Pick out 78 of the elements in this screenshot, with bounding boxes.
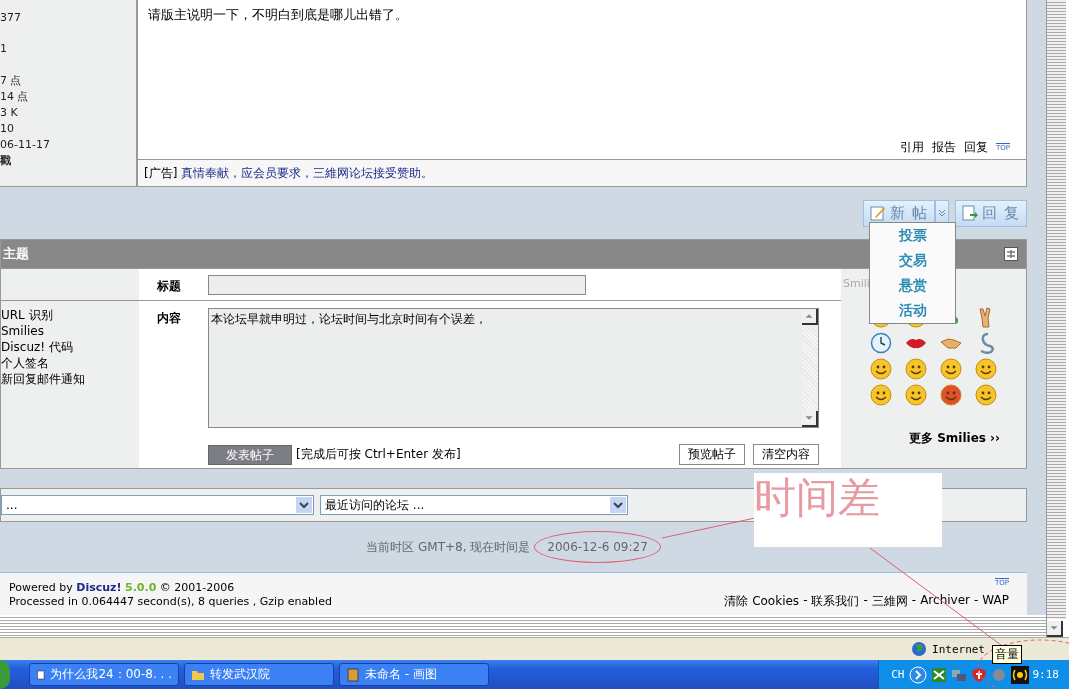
time-value: 2006-12-6 09:27 — [547, 540, 648, 554]
ad-tag: [广告] — [144, 164, 178, 182]
footer-link[interactable]: 联系我们 — [811, 593, 860, 610]
zone-text: Internet — [932, 642, 985, 656]
post-text: 请版主说明一下，不明白到底是哪儿出错了。 — [148, 6, 409, 24]
post-action-link[interactable]: 回复 — [964, 139, 988, 156]
app-icon — [346, 667, 360, 682]
user-info-text: 377 — [0, 10, 22, 26]
speaker-icon — [990, 666, 1007, 683]
footer-link[interactable]: Archiver — [920, 593, 970, 610]
scroll-down-icon[interactable] — [802, 411, 818, 427]
user-info-text: 10 — [0, 121, 15, 137]
tooltip: 音量 — [992, 645, 1022, 664]
vertical-scrollbar[interactable] — [802, 309, 818, 427]
menu-item[interactable]: 悬赏 — [870, 273, 955, 298]
post-option[interactable]: Discuz! 代码 — [1, 339, 85, 355]
processing-info: Processed in 0.064447 second(s), 8 queries , Gzip enabled — [9, 594, 332, 608]
menu-item[interactable]: 交易 — [870, 248, 955, 273]
user-info-text: 戳 — [0, 153, 12, 169]
smiley-icon[interactable] — [975, 384, 997, 406]
content-label: 内容 — [156, 310, 181, 327]
form-header-title: 主题 — [3, 245, 29, 263]
start-button[interactable] — [0, 660, 10, 689]
title-label: 标题 — [156, 278, 181, 295]
taskbar-task[interactable]: 转发武汉院 — [184, 663, 334, 686]
footer-link[interactable]: 三維网 — [871, 593, 908, 610]
user-info-text: 3 K — [0, 105, 19, 121]
globe-icon — [911, 641, 927, 657]
post-option[interactable]: Smilies — [1, 323, 85, 339]
ad-link[interactable]: 真情奉献，应会员要求，三維网论坛接受赞助。 — [181, 164, 434, 182]
smiley-icon[interactable] — [975, 358, 997, 380]
shield-icon — [970, 666, 987, 683]
footer-link[interactable]: 清除 Cookies — [724, 593, 800, 610]
post-option[interactable]: 个人签名 — [1, 355, 85, 371]
post-option[interactable]: 新回复邮件通知 — [1, 371, 85, 387]
volume-icon — [1010, 665, 1029, 684]
content-field[interactable]: 本论坛早就申明过，论坛时间与北京时间有个误差， — [208, 308, 819, 428]
taskbar-task[interactable]: 为什么我24：00-8. . . — [29, 663, 179, 686]
user-info-text: 1 — [0, 41, 8, 57]
annotation-text: 时间差 — [754, 473, 880, 523]
collapse-icon[interactable] — [1004, 247, 1018, 261]
post-option[interactable]: URL 识别 — [1, 307, 85, 323]
link-separator: - — [863, 593, 868, 609]
time-info: 当前时区 GMT+8, 现在时间是 — [366, 538, 531, 556]
network-icon — [930, 666, 947, 683]
menu-item[interactable]: 活动 — [870, 298, 955, 323]
submit-button[interactable]: 发表帖子 — [208, 444, 292, 465]
angry-face-icon[interactable] — [940, 384, 962, 406]
taskbar-task[interactable]: 未命名 - 画图 — [339, 663, 489, 686]
form-button[interactable]: 预览帖子 — [679, 444, 745, 465]
page-scrollbar[interactable] — [1046, 0, 1069, 637]
smiley-icon[interactable] — [870, 358, 892, 380]
user-info-text: 06-11-17 — [0, 137, 51, 153]
document-icon — [962, 205, 979, 221]
user-info-text: 7 点 — [0, 73, 23, 89]
title-field[interactable] — [208, 275, 586, 295]
forum-select[interactable]: 最近访问的论坛 ... — [320, 495, 628, 515]
link-separator: - — [803, 593, 808, 609]
app-icon — [36, 667, 46, 682]
clock-icon[interactable] — [870, 332, 892, 354]
post-action-link[interactable]: 报告 — [932, 139, 956, 156]
user-info-text: 14 点 — [0, 89, 30, 105]
link-separator: - — [974, 593, 979, 609]
smiley-icon[interactable] — [940, 358, 962, 380]
powered-by-text: Powered by Discuz! 5.0.0 © 2001-2006 — [9, 580, 236, 594]
more-smilies-link[interactable]: 更多 Smilies ›› — [909, 430, 1000, 447]
shortcut-hint: [完成后可按 Ctrl+Enter 发布] — [296, 446, 462, 463]
smiley-icon[interactable] — [870, 384, 892, 406]
scroll-up-icon[interactable] — [802, 309, 818, 325]
link-separator: - — [911, 593, 917, 609]
footer-link[interactable]: WAP — [982, 593, 1009, 610]
post-action-link[interactable]: 引用 — [900, 139, 924, 156]
forum-select[interactable]: ... — [1, 495, 314, 515]
scroll-down-icon[interactable] — [1047, 621, 1063, 637]
smiley-icon[interactable] — [905, 384, 927, 406]
form-button[interactable]: 清空内容 — [753, 444, 819, 465]
smiley-icon[interactable] — [905, 358, 927, 380]
smilies-heading: Smili — [843, 277, 870, 290]
